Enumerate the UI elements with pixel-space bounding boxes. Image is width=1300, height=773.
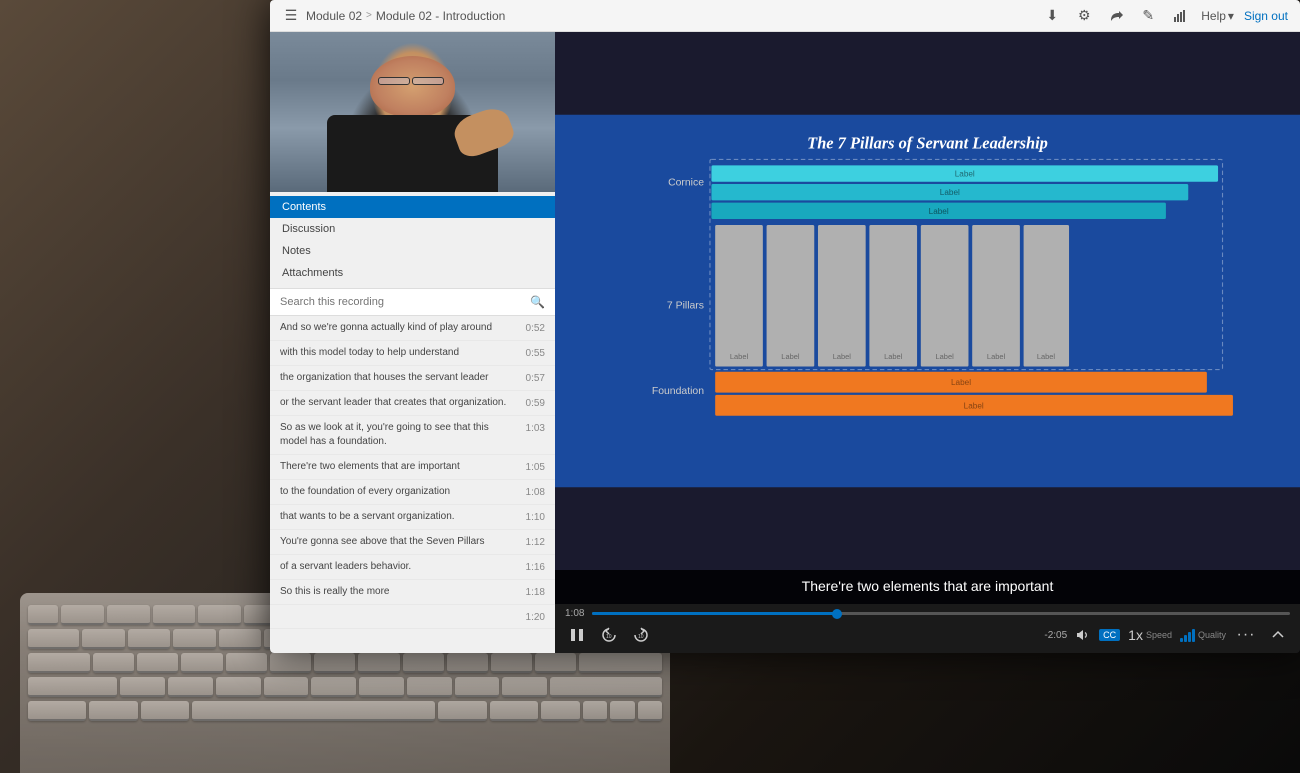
quality-bars [1180, 628, 1195, 642]
svg-text:Label: Label [781, 352, 800, 361]
svg-text:Label: Label [929, 207, 949, 216]
remaining-time: -2:05 [1044, 630, 1067, 641]
video-controls: 1:08 [555, 604, 1300, 653]
svg-text:The 7 Pillars of Servant Leade: The 7 Pillars of Servant Leadership [807, 133, 1048, 152]
transcript-list[interactable]: And so we're gonna actually kind of play… [270, 316, 555, 653]
list-item[interactable]: So as we look at it, you're going to see… [270, 416, 555, 455]
list-item[interactable]: the organization that houses the servant… [270, 366, 555, 391]
breadcrumb-module: Module 02 [306, 9, 362, 23]
svg-text:Label: Label [833, 352, 852, 361]
breadcrumb: Module 02 > Module 02 - Introduction [306, 9, 505, 23]
breadcrumb-page: Module 02 - Introduction [376, 9, 505, 23]
svg-text:Label: Label [964, 401, 984, 410]
menu-icon[interactable]: ☰ [282, 7, 300, 25]
forward-button[interactable]: 10 [629, 623, 653, 647]
search-bar: 🔍 [270, 289, 555, 316]
help-button[interactable]: Help ▾ [1201, 9, 1234, 23]
breadcrumb-sep1: > [366, 10, 372, 21]
caption-text: There're two elements that are important [802, 578, 1054, 594]
svg-text:Label: Label [730, 352, 749, 361]
slide-area: The 7 Pillars of Servant Leadership Corn… [555, 32, 1300, 570]
list-item[interactable]: There're two elements that are important… [270, 455, 555, 480]
expand-button[interactable] [1266, 623, 1290, 647]
svg-text:Label: Label [940, 188, 960, 197]
play-pause-button[interactable] [565, 623, 589, 647]
svg-text:Label: Label [936, 352, 955, 361]
settings-button[interactable]: ⚙ [1073, 5, 1095, 27]
caption-bar: There're two elements that are important [555, 570, 1300, 604]
list-item[interactable]: of a servant leaders behavior. 1:16 [270, 555, 555, 580]
speaker-photo [270, 32, 555, 192]
svg-text:10: 10 [606, 634, 612, 640]
analytics-button[interactable] [1169, 5, 1191, 27]
svg-text:Cornice: Cornice [668, 178, 704, 189]
svg-text:Label: Label [1037, 352, 1056, 361]
nav-item-discussion[interactable]: Discussion [270, 218, 555, 240]
edit-button[interactable]: ✎ [1137, 5, 1159, 27]
list-item[interactable]: And so we're gonna actually kind of play… [270, 316, 555, 341]
nav-item-attachments[interactable]: Attachments [270, 262, 555, 284]
svg-text:Foundation: Foundation [652, 386, 704, 397]
speed-control[interactable]: 1x Speed [1128, 627, 1172, 643]
search-icon: 🔍 [530, 295, 545, 309]
search-input[interactable] [280, 296, 530, 308]
toolbar: ☰ Module 02 > Module 02 - Introduction ⬇… [270, 0, 1300, 32]
laptop-screen: ☰ Module 02 > Module 02 - Introduction ⬇… [270, 0, 1300, 653]
rewind-button[interactable]: 10 [597, 623, 621, 647]
list-item[interactable]: So this is really the more 1:18 [270, 580, 555, 605]
left-panel: Contents Discussion Notes Attachments 🔍 … [270, 32, 555, 653]
progress-thumb[interactable] [832, 609, 842, 619]
share-button[interactable] [1105, 5, 1127, 27]
right-panel: The 7 Pillars of Servant Leadership Corn… [555, 32, 1300, 653]
list-item[interactable]: You're gonna see above that the Seven Pi… [270, 530, 555, 555]
list-item[interactable]: to the foundation of every organization … [270, 480, 555, 505]
progress-track[interactable] [592, 612, 1290, 615]
quality-control[interactable]: Quality [1180, 628, 1226, 642]
current-time: 1:08 [565, 608, 584, 619]
svg-text:7 Pillars: 7 Pillars [667, 300, 704, 311]
list-item[interactable]: or the servant leader that creates that … [270, 391, 555, 416]
download-button[interactable]: ⬇ [1041, 5, 1063, 27]
slide-diagram: The 7 Pillars of Servant Leadership Corn… [555, 32, 1300, 570]
sidebar-nav: Contents Discussion Notes Attachments [270, 192, 555, 289]
list-item[interactable]: with this model today to help understand… [270, 341, 555, 366]
svg-text:Label: Label [951, 378, 971, 387]
cc-button[interactable]: CC [1099, 629, 1120, 641]
progress-fill [592, 612, 836, 615]
volume-button[interactable] [1075, 627, 1091, 643]
nav-item-contents[interactable]: Contents [270, 196, 555, 218]
sign-out-button[interactable]: Sign out [1244, 9, 1288, 23]
list-item[interactable]: 1:20 [270, 605, 555, 629]
speaker-thumbnail [270, 32, 555, 192]
svg-text:10: 10 [638, 634, 644, 640]
svg-text:Label: Label [884, 352, 903, 361]
svg-text:Label: Label [987, 352, 1006, 361]
list-item[interactable]: that wants to be a servant organization.… [270, 505, 555, 530]
nav-item-notes[interactable]: Notes [270, 240, 555, 262]
more-options-button[interactable]: ··· [1234, 623, 1258, 647]
main-content: Contents Discussion Notes Attachments 🔍 … [270, 32, 1300, 653]
svg-text:Label: Label [955, 170, 975, 179]
